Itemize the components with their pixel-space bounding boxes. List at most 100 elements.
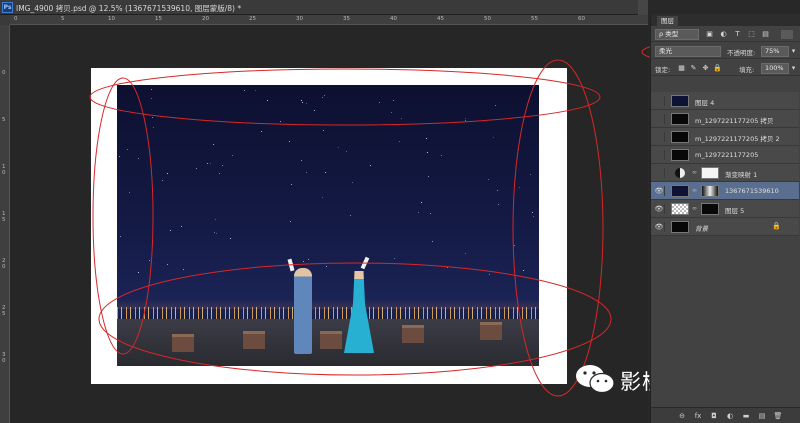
- layer-thumbnail[interactable]: [671, 113, 689, 125]
- star: [322, 197, 323, 198]
- star: [222, 165, 223, 166]
- layer-name: 渐变映射 1: [725, 171, 758, 179]
- fx-icon[interactable]: fx: [693, 411, 703, 421]
- visibility-eye-icon[interactable]: 👁: [654, 168, 665, 178]
- type-filter-icon[interactable]: T: [733, 30, 742, 39]
- adjustment-filter-icon[interactable]: ◐: [719, 30, 728, 39]
- star: [308, 259, 309, 260]
- new-layer-icon[interactable]: ▤: [757, 411, 767, 421]
- vertical-ruler[interactable]: 0 5 1 0 1 5 2 0 2 5 3 0: [0, 25, 10, 423]
- tab-layers[interactable]: 图层: [657, 16, 678, 26]
- document-tab[interactable]: Ps IMG_4900 拷贝.psd @ 12.5% (136767153961…: [0, 0, 648, 15]
- layer-row[interactable]: 👁 ∞ 渐变映射 1: [651, 164, 799, 182]
- mask-link-icon[interactable]: ∞: [692, 205, 697, 212]
- image-filter-icon[interactable]: ▣: [705, 30, 714, 39]
- star: [301, 160, 302, 161]
- visibility-eye-icon[interactable]: 👁: [654, 150, 665, 160]
- star: [489, 274, 490, 275]
- visibility-eye-icon[interactable]: 👁: [654, 204, 665, 214]
- lock-brush-icon[interactable]: ✎: [689, 64, 698, 73]
- layer-row[interactable]: 👁 ∞ 1367671539610: [651, 182, 799, 200]
- star: [267, 100, 268, 101]
- star: [530, 174, 531, 175]
- star: [498, 204, 499, 205]
- layer-name: 图层 5: [725, 207, 745, 215]
- star: [523, 270, 524, 271]
- ruler-tick: 55: [531, 16, 538, 22]
- star: [153, 127, 154, 128]
- link-layers-icon[interactable]: ⊖: [677, 411, 687, 421]
- ruler-corner[interactable]: [0, 15, 10, 25]
- visibility-eye-icon[interactable]: 👁: [654, 96, 665, 106]
- layer-thumbnail[interactable]: [671, 131, 689, 143]
- layer-thumbnail[interactable]: [671, 95, 689, 107]
- star: [370, 165, 371, 166]
- opacity-input[interactable]: 75%: [761, 46, 789, 57]
- ruler-tick: 2 5: [2, 305, 6, 317]
- mask-link-icon[interactable]: ∞: [692, 169, 697, 176]
- lock-transparent-icon[interactable]: ▦: [677, 64, 686, 73]
- layer-row[interactable]: 👁 背景 🔒: [651, 218, 799, 236]
- new-group-icon[interactable]: ▬: [741, 411, 751, 421]
- star: [447, 267, 448, 268]
- filter-toggle-icon[interactable]: [781, 30, 793, 39]
- star: [280, 121, 281, 122]
- star: [441, 155, 442, 156]
- layer-thumbnail[interactable]: [671, 149, 689, 161]
- ruler-tick: 50: [484, 16, 491, 22]
- chevron-down-icon[interactable]: ▾: [790, 47, 797, 56]
- ruler-tick: 45: [437, 16, 444, 22]
- star: [432, 241, 433, 242]
- ruler-tick: 0: [2, 70, 6, 76]
- mask-link-icon[interactable]: ∞: [692, 187, 697, 194]
- layer-mask-thumbnail[interactable]: [701, 203, 719, 215]
- star: [428, 176, 429, 177]
- layer-thumbnail[interactable]: [671, 185, 689, 197]
- blend-mode-select[interactable]: 柔光: [655, 46, 721, 57]
- lock-label: 锁定:: [655, 66, 671, 74]
- star: [533, 216, 534, 217]
- visibility-eye-icon[interactable]: 👁: [654, 186, 665, 196]
- layer-row[interactable]: 👁 m_1297221177205 拷贝: [651, 110, 799, 128]
- layer-thumbnail[interactable]: [671, 203, 689, 215]
- layer-filter-select[interactable]: ρ 类型: [655, 29, 699, 40]
- star: [232, 155, 233, 156]
- star: [322, 97, 323, 98]
- layer-row[interactable]: 👁 m_1297221177205 拷贝 2: [651, 128, 799, 146]
- ruler-tick: 2 0: [2, 258, 6, 270]
- star: [261, 131, 262, 132]
- layer-name: 图层 4: [695, 99, 715, 107]
- shape-filter-icon[interactable]: ⬚: [747, 30, 756, 39]
- ruler-tick: 5: [61, 16, 65, 22]
- star: [326, 266, 327, 267]
- layer-thumbnail[interactable]: [671, 221, 689, 233]
- new-adjustment-icon[interactable]: ◐: [725, 411, 735, 421]
- layer-row[interactable]: 👁 图层 4: [651, 92, 799, 110]
- layer-row[interactable]: 👁 m_1297221177205: [651, 146, 799, 164]
- ruler-tick: 35: [343, 16, 350, 22]
- star: [291, 184, 292, 185]
- visibility-eye-icon[interactable]: 👁: [654, 222, 665, 232]
- smartobject-filter-icon[interactable]: ▤: [761, 30, 770, 39]
- visibility-eye-icon[interactable]: 👁: [654, 114, 665, 124]
- star: [151, 98, 152, 99]
- star: [325, 172, 326, 173]
- ruler-tick: 40: [390, 16, 397, 22]
- add-mask-icon[interactable]: ◘: [709, 411, 719, 421]
- visibility-eye-icon[interactable]: 👁: [654, 132, 665, 142]
- adjustment-layer-icon[interactable]: [675, 168, 685, 178]
- layer-row[interactable]: 👁 ∞ 图层 5: [651, 200, 799, 218]
- star: [219, 173, 220, 174]
- lock-move-icon[interactable]: ✥: [701, 64, 710, 73]
- trash-icon[interactable]: 🗑: [773, 411, 783, 421]
- stone-block: [320, 331, 342, 349]
- lock-all-icon[interactable]: 🔒: [713, 64, 722, 73]
- tab-scroll-button[interactable]: [638, 0, 648, 15]
- fill-input[interactable]: 100%: [761, 63, 789, 74]
- star: [167, 264, 168, 265]
- layer-mask-thumbnail[interactable]: [701, 185, 719, 197]
- horizontal-ruler[interactable]: 0 5 10 15 20 25 30 35 40 45 50 55 60: [10, 15, 648, 25]
- ruler-tick: 30: [296, 16, 303, 22]
- layer-mask-thumbnail[interactable]: [701, 167, 719, 179]
- chevron-down-icon[interactable]: ▾: [790, 64, 797, 73]
